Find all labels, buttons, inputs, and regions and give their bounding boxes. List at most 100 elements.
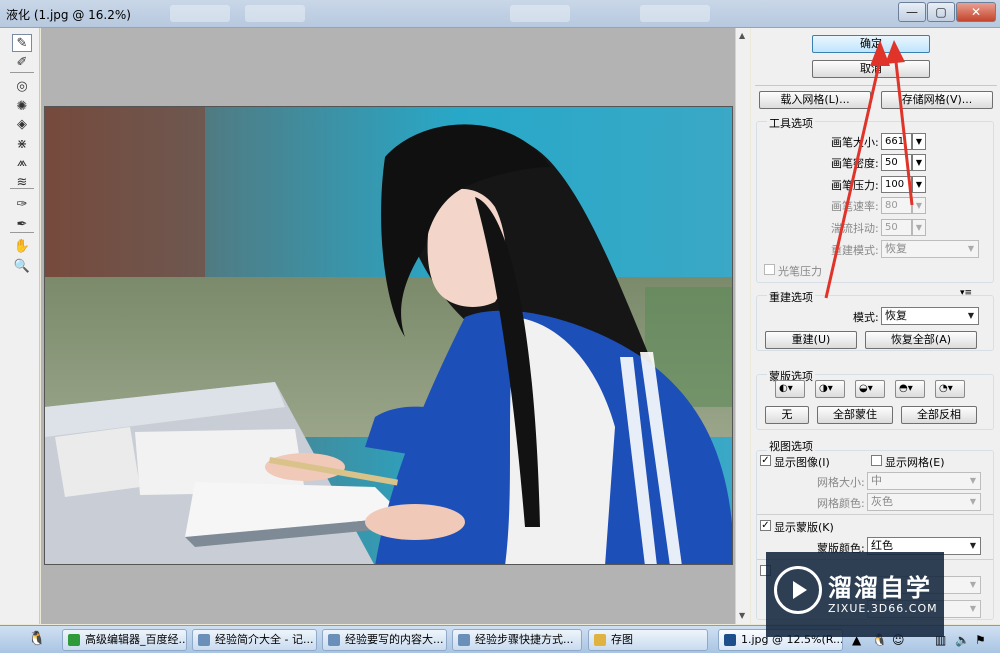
mask-none-button[interactable]: 无 [765, 406, 809, 424]
minimize-button[interactable]: — [898, 2, 926, 22]
pucker-tool[interactable]: ✺ [12, 98, 32, 116]
hand-tool[interactable]: ✋ [12, 238, 32, 256]
mesh-size-select: 中 ▼ [867, 472, 981, 490]
intersect-with-selection-mask-button[interactable]: ◓▾ [895, 380, 925, 398]
scroll-up-icon[interactable]: ▲ [739, 31, 745, 40]
chevron-down-icon: ▼ [969, 497, 976, 506]
stylus-pressure-checkbox [764, 264, 775, 275]
toolbar-separator [10, 188, 34, 189]
window-title: 液化 (1.jpg @ 16.2%) [6, 8, 131, 22]
show-mesh-checkbox[interactable] [871, 455, 882, 466]
brush-pressure-dropdown[interactable]: ▼ [912, 176, 926, 193]
taskbar-item[interactable]: 高级编辑器_百度经... [62, 629, 187, 651]
view-options-title: 视图选项 [767, 438, 815, 454]
maximize-button[interactable]: ▢ [927, 2, 955, 22]
preview-image[interactable] [44, 106, 733, 565]
turbulent-jitter-dropdown: ▼ [912, 219, 926, 236]
watermark-logo: 溜溜自学 ZIXUE.3D66.COM [766, 552, 944, 637]
watermark-url: ZIXUE.3D66.COM [828, 602, 938, 615]
brush-rate-field: 80 [881, 197, 912, 214]
brush-size-dropdown[interactable]: ▼ [912, 133, 926, 150]
forward-warp-tool[interactable]: ✎ [12, 34, 32, 52]
reconstruct-tool[interactable]: ✐ [12, 54, 32, 72]
reconstruct-options-mode-value: 恢复 [885, 309, 907, 322]
push-left-tool[interactable]: ⋇ [12, 136, 32, 154]
show-image-label: 显示图像(I) [774, 456, 830, 469]
app-icon [458, 634, 470, 646]
app-icon [198, 634, 210, 646]
scroll-down-icon[interactable]: ▼ [739, 611, 745, 620]
brush-density-field[interactable]: 50 [881, 154, 912, 171]
turbulent-jitter-label: 湍流抖动: [831, 222, 879, 235]
reconstruct-button[interactable]: 重建(U) [765, 331, 857, 349]
bloat-tool[interactable]: ◈ [12, 116, 32, 134]
brush-rate-dropdown: ▼ [912, 197, 926, 214]
subtract-from-selection-mask-button[interactable]: ◒▾ [855, 380, 885, 398]
app-icon [68, 634, 80, 646]
show-mask-checkbox[interactable]: ✓ [760, 520, 771, 531]
liquify-toolbar: ✎ ✐ ◎ ✺ ◈ ⋇ ⩕ ≋ ✑ ✒ ✋ 🔍 [0, 28, 40, 624]
divider [757, 514, 993, 515]
mirror-tool[interactable]: ⩕ [12, 154, 32, 172]
show-image-checkbox[interactable]: ✓ [760, 455, 771, 466]
liquify-options-panel: 确定 取消 载入网格(L)... 存储网格(V)... 工具选项 画笔大小: 6… [751, 28, 1000, 624]
add-to-selection-mask-button[interactable]: ◑▾ [815, 380, 845, 398]
twirl-clockwise-tool[interactable]: ◎ [12, 78, 32, 96]
taskbar-item[interactable]: 经验步骤快捷方式... [452, 629, 582, 651]
taskbar-item[interactable]: 经验简介大全 - 记... [192, 629, 317, 651]
mask-all-button[interactable]: 全部蒙住 [817, 406, 893, 424]
brush-pressure-field[interactable]: 100 [881, 176, 912, 193]
background-toolbar-ghost [170, 5, 230, 22]
mesh-size-value: 中 [871, 474, 882, 487]
turbulent-jitter-field: 50 [881, 219, 912, 236]
invert-selection-mask-button[interactable]: ◔▾ [935, 380, 965, 398]
brush-size-field[interactable]: 661 [881, 133, 912, 150]
reconstruct-mode-label: 重建模式: [831, 244, 879, 257]
mesh-color-value: 灰色 [871, 495, 893, 508]
ok-button[interactable]: 确定 [812, 35, 930, 53]
tray-misc-icon[interactable]: ⚑ [975, 633, 986, 647]
brush-pressure-label: 画笔压力: [831, 179, 879, 192]
play-logo-icon [774, 566, 822, 614]
tool-options-title: 工具选项 [767, 115, 815, 131]
panel-menu-icon[interactable]: ▾≡ [960, 288, 972, 298]
taskbar-item[interactable]: 存图 [588, 629, 708, 651]
taskbar-item-label: 经验步骤快捷方式... [475, 633, 574, 646]
cancel-button[interactable]: 取消 [812, 60, 930, 78]
replace-selection-mask-button[interactable]: ◐▾ [775, 380, 805, 398]
background-toolbar-ghost [640, 5, 710, 22]
background-toolbar-ghost [245, 5, 305, 22]
mesh-color-select: 灰色 ▼ [867, 493, 981, 511]
app-icon [594, 634, 606, 646]
app-icon [724, 634, 736, 646]
toolbar-separator [10, 72, 34, 73]
reconstruct-mode-select-label: 模式: [853, 311, 879, 324]
save-mesh-button[interactable]: 存储网格(V)... [881, 91, 993, 109]
brush-density-dropdown[interactable]: ▼ [912, 154, 926, 171]
chevron-down-icon: ▼ [969, 476, 976, 485]
invert-all-button[interactable]: 全部反相 [901, 406, 977, 424]
zoom-tool[interactable]: 🔍 [12, 258, 32, 276]
restore-all-button[interactable]: 恢复全部(A) [865, 331, 977, 349]
chevron-down-icon: ▼ [969, 541, 976, 550]
reconstruct-options-mode-select[interactable]: 恢复 ▼ [881, 307, 979, 325]
title-bar: 液化 (1.jpg @ 16.2%) — ▢ ✕ [0, 0, 1000, 28]
load-mesh-button[interactable]: 载入网格(L)... [759, 91, 871, 109]
freeze-mask-tool[interactable]: ✑ [12, 196, 32, 214]
taskbar-item[interactable]: 经验要写的内容大... [322, 629, 447, 651]
stylus-pressure-label: 光笔压力 [778, 265, 822, 278]
volume-icon[interactable]: 🔈 [955, 633, 970, 647]
close-button[interactable]: ✕ [956, 2, 996, 22]
show-mesh-label: 显示网格(E) [885, 456, 945, 469]
turbulence-tool[interactable]: ≋ [12, 174, 32, 192]
qq-penguin-icon[interactable]: 🐧 [28, 631, 45, 647]
background-toolbar-ghost [510, 5, 570, 22]
chevron-down-icon: ▼ [969, 580, 976, 589]
mask-color-value: 红色 [871, 539, 893, 552]
divider [755, 85, 997, 86]
reconstruct-mode-select: 恢复 ▼ [881, 240, 979, 258]
taskbar-item-label: 经验简介大全 - 记... [215, 633, 314, 646]
brush-rate-label: 画笔速率: [831, 200, 879, 213]
vertical-scrollbar[interactable]: ▲ ▼ [735, 28, 750, 624]
taskbar-item-label: 经验要写的内容大... [345, 633, 444, 646]
